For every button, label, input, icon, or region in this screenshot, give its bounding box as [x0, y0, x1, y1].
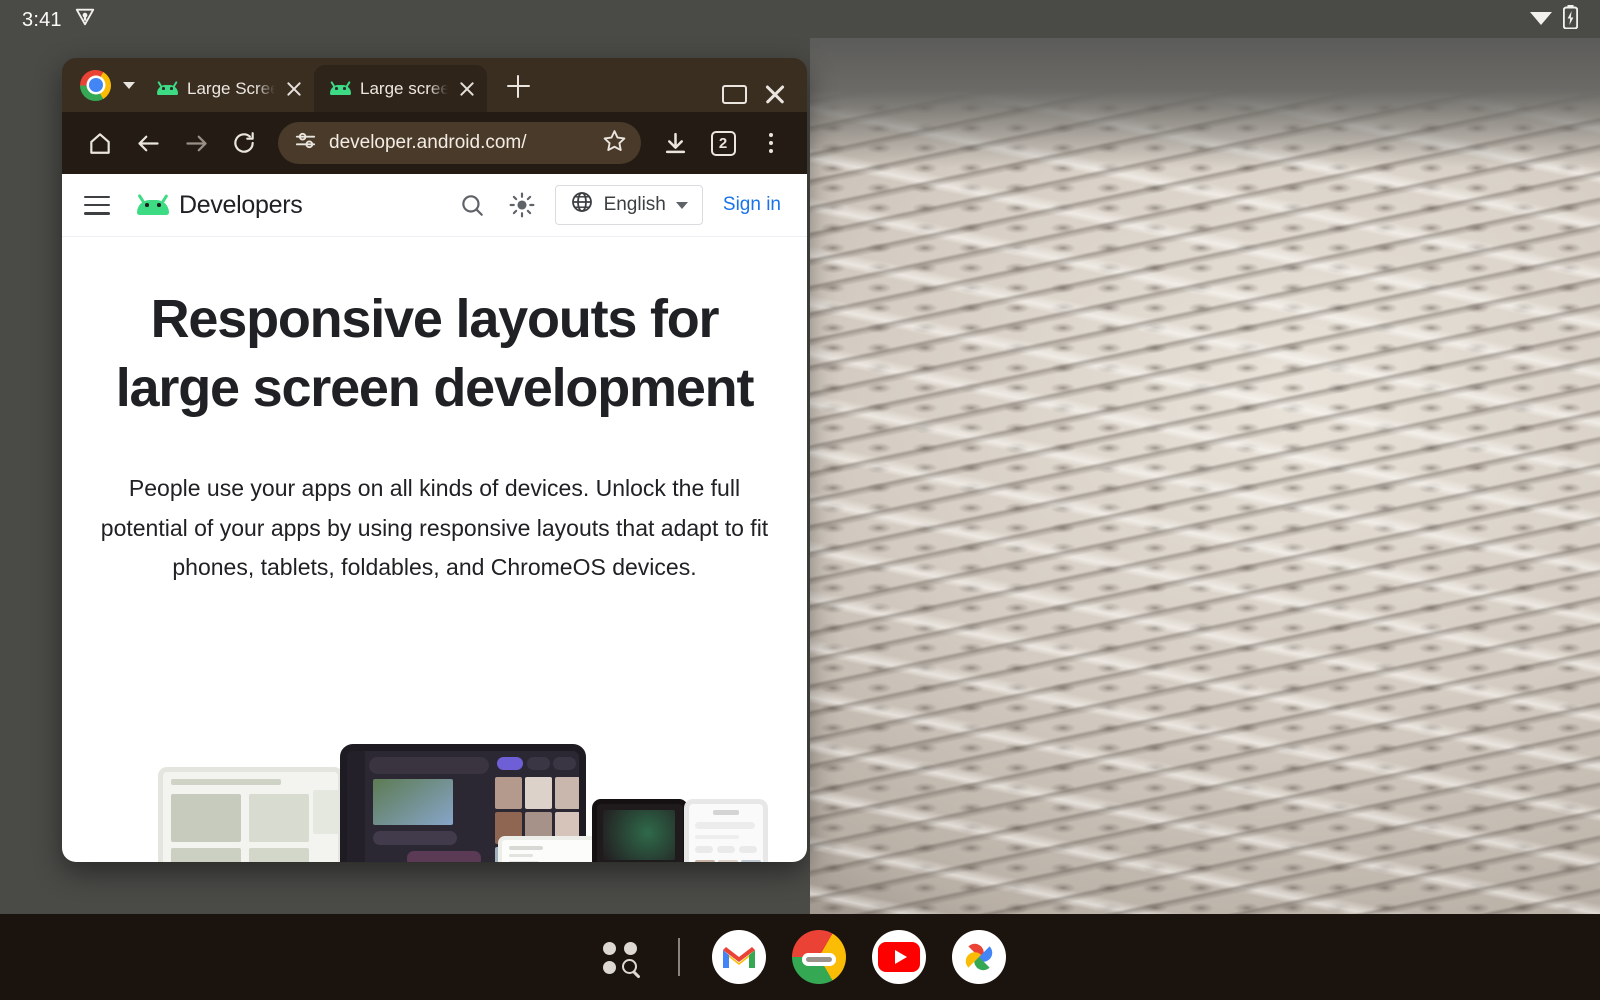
hero-section: Responsive layouts for large screen deve…	[62, 237, 807, 588]
brand-label: Developers	[179, 191, 302, 220]
new-tab-button[interactable]	[495, 63, 541, 109]
tab-title: Large screens	[360, 79, 448, 99]
chrome-icon[interactable]	[792, 930, 846, 984]
tab-close-icon[interactable]	[284, 79, 304, 99]
language-label: English	[604, 194, 666, 216]
browser-tab-2[interactable]: Large screens	[314, 65, 487, 112]
kebab-menu-icon[interactable]	[749, 121, 793, 165]
home-icon[interactable]	[78, 121, 122, 165]
reload-icon[interactable]	[222, 121, 266, 165]
download-icon[interactable]	[653, 121, 697, 165]
language-selector[interactable]: English	[555, 185, 703, 225]
search-icon[interactable]	[455, 188, 489, 222]
shield-icon	[74, 6, 96, 34]
device-laptop	[158, 767, 343, 862]
tab-close-icon[interactable]	[457, 79, 477, 99]
chevron-down-icon[interactable]	[123, 82, 135, 89]
clock: 3:41	[22, 9, 62, 32]
android-head-icon	[137, 195, 169, 215]
android-head-icon	[330, 82, 351, 95]
browser-toolbar: developer.android.com/ 2	[62, 112, 807, 174]
chevron-down-icon	[676, 202, 688, 209]
app-launcher-icon[interactable]	[594, 931, 646, 983]
page-title: Responsive layouts for large screen deve…	[115, 285, 755, 423]
chrome-logo-icon	[80, 70, 111, 101]
tab-count: 2	[711, 131, 736, 156]
brightness-icon[interactable]	[505, 188, 539, 222]
url-bar[interactable]: developer.android.com/	[278, 122, 641, 164]
status-bar-left: 3:41	[22, 6, 96, 34]
sign-in-link[interactable]: Sign in	[719, 194, 785, 216]
tab-list: Large Screens Large screens	[141, 58, 487, 112]
globe-icon	[570, 190, 594, 220]
tab-strip: Large Screens Large screens	[62, 58, 807, 112]
tab-counter-button[interactable]: 2	[701, 121, 745, 165]
status-bar: 3:41	[0, 0, 1600, 40]
device-phone	[684, 799, 768, 862]
status-bar-right	[1529, 5, 1578, 35]
tab-title: Large Screens	[187, 79, 275, 99]
taskbar-divider	[678, 938, 680, 976]
star-icon[interactable]	[602, 128, 627, 158]
youtube-icon[interactable]	[872, 930, 926, 984]
desktop: 3:41	[0, 0, 1600, 1000]
hero-body-text: People use your apps on all kinds of dev…	[98, 469, 771, 588]
gmail-icon[interactable]	[712, 930, 766, 984]
forward-arrow-icon[interactable]	[174, 121, 218, 165]
site-header-actions: English Sign in	[455, 185, 785, 225]
taskbar	[0, 914, 1600, 1000]
back-arrow-icon[interactable]	[126, 121, 170, 165]
site-header: Developers	[62, 174, 807, 237]
tune-icon[interactable]	[294, 129, 317, 157]
wifi-icon	[1529, 7, 1553, 33]
wallpaper-sky-band	[810, 38, 1600, 168]
browser-tab-1[interactable]: Large Screens	[141, 65, 314, 112]
battery-charging-icon	[1563, 5, 1578, 35]
device-foldable	[592, 799, 688, 862]
brand-logo[interactable]: Developers	[137, 191, 302, 220]
chrome-browser-window: Large Screens Large screens	[62, 58, 807, 862]
wallpaper-feathers-image	[810, 38, 1600, 914]
maximize-icon[interactable]	[722, 85, 747, 104]
devices-showcase-image	[62, 702, 807, 862]
profile-chip[interactable]	[76, 58, 141, 112]
close-window-icon[interactable]	[763, 82, 787, 106]
google-photos-icon[interactable]	[952, 930, 1006, 984]
window-controls	[722, 82, 807, 112]
hamburger-icon[interactable]	[84, 196, 110, 215]
android-head-icon	[157, 82, 178, 95]
web-page-content: Developers	[62, 174, 807, 862]
url-text[interactable]: developer.android.com/	[329, 132, 590, 154]
